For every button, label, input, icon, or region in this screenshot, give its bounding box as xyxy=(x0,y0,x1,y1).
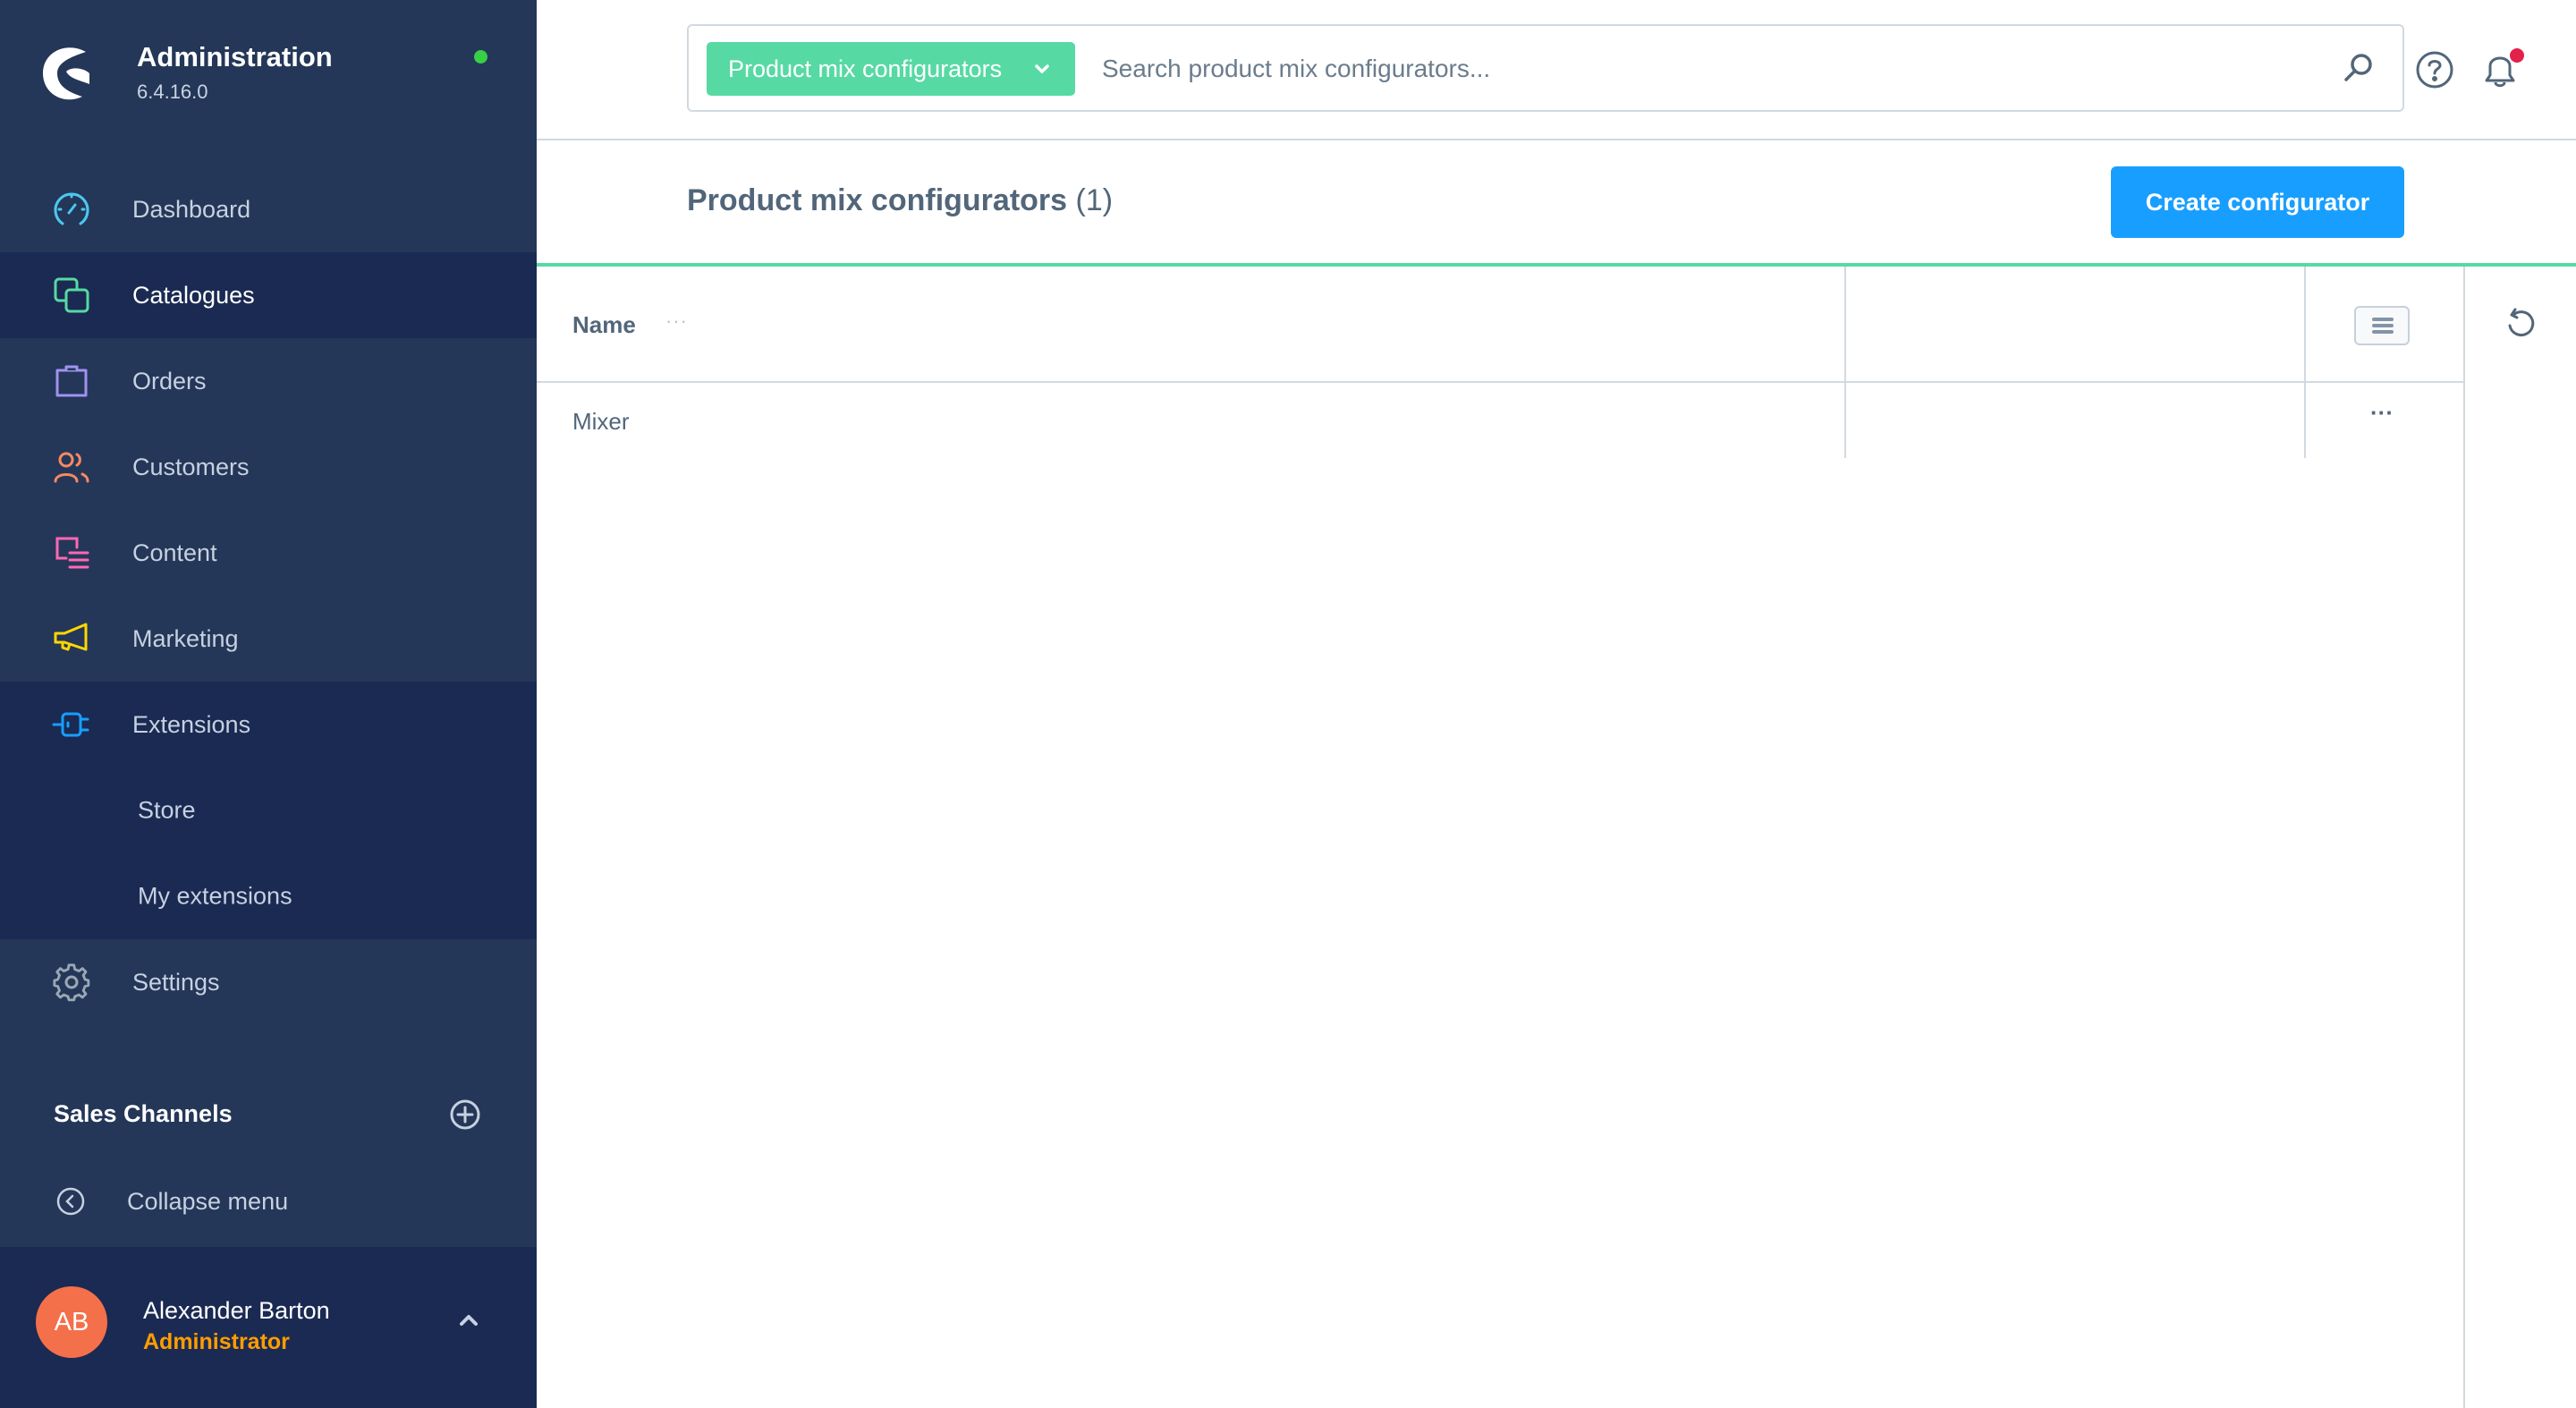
sidebar: Administration 6.4.16.0 Dashboard Catalo… xyxy=(0,0,537,1408)
sidebar-item-dashboard[interactable]: Dashboard xyxy=(0,166,537,252)
shopping-bag-icon xyxy=(55,365,88,397)
sidebar-item-marketing[interactable]: Marketing xyxy=(0,596,537,682)
sales-channels-section: Sales Channels xyxy=(0,1073,537,1159)
row-actions-button[interactable]: ··· xyxy=(2361,399,2402,435)
gear-icon xyxy=(53,963,90,1002)
user-profile: AB Alexander Barton Administrator xyxy=(0,1247,537,1408)
page-title-count: (1) xyxy=(1075,183,1114,217)
sidebar-panel-right xyxy=(2463,267,2576,1408)
avatar[interactable]: AB xyxy=(36,1286,107,1358)
column-header-name[interactable]: Name xyxy=(572,311,636,339)
app-root: Administration 6.4.16.0 Dashboard Catalo… xyxy=(0,0,2576,1408)
app-title: Administration xyxy=(137,41,333,72)
sidebar-item-extensions[interactable]: Extensions xyxy=(0,682,537,768)
content-icon xyxy=(55,537,89,569)
top-bar: Product mix configurators xyxy=(537,0,2576,140)
sidebar-item-label: Catalogues xyxy=(132,281,255,309)
sidebar-item-settings[interactable]: Settings xyxy=(0,939,537,1025)
catalogues-icon xyxy=(54,277,89,313)
sidebar-item-label: Marketing xyxy=(132,624,239,652)
dashboard-gauge-icon xyxy=(54,192,89,225)
grid-settings-button[interactable] xyxy=(2354,306,2410,345)
chevron-up-icon[interactable] xyxy=(454,1310,483,1331)
sidebar-item-content[interactable]: Content xyxy=(0,510,537,596)
table-row[interactable]: Mixer ··· xyxy=(537,383,2463,458)
megaphone-icon xyxy=(54,623,88,651)
menu-line xyxy=(2372,318,2394,321)
sidebar-item-label: Orders xyxy=(132,367,207,394)
column-divider xyxy=(1844,267,1846,381)
data-grid: Name ··· Mixer ··· xyxy=(537,267,2463,458)
user-name: Alexander Barton xyxy=(143,1297,330,1324)
column-divider xyxy=(2304,267,2306,381)
sidebar-item-label: Content xyxy=(132,539,217,566)
search-input[interactable] xyxy=(1102,46,2318,92)
column-divider xyxy=(1844,383,1846,458)
global-search: Product mix configurators xyxy=(687,24,2404,112)
sidebar-item-customers[interactable]: Customers xyxy=(0,424,537,510)
chevron-down-icon xyxy=(1035,64,1049,73)
refresh-icon[interactable] xyxy=(2503,306,2538,342)
sidebar-item-orders[interactable]: Orders xyxy=(0,338,537,424)
page-header: Product mix configurators (1) Create con… xyxy=(537,140,2576,267)
help-icon[interactable] xyxy=(2415,50,2454,89)
add-sales-channel-icon[interactable] xyxy=(449,1098,481,1131)
sidebar-item-label: Dashboard xyxy=(132,195,251,223)
plug-icon xyxy=(52,712,89,737)
page-title-text: Product mix configurators xyxy=(687,183,1068,217)
status-indicator xyxy=(474,50,487,64)
notification-badge xyxy=(2510,48,2524,63)
app-version: 6.4.16.0 xyxy=(137,81,208,103)
search-icon[interactable] xyxy=(2342,51,2376,85)
users-icon xyxy=(54,452,89,483)
sidebar-item-catalogues[interactable]: Catalogues xyxy=(0,252,537,338)
column-options-icon[interactable]: ··· xyxy=(665,310,688,333)
sidebar-item-label: Extensions xyxy=(132,710,251,738)
menu-line xyxy=(2372,330,2394,334)
menu-line xyxy=(2372,324,2394,327)
sales-channels-title: Sales Channels xyxy=(54,1100,233,1127)
user-role: Administrator xyxy=(143,1329,290,1354)
sidebar-subitem-label: Store xyxy=(138,796,196,824)
search-type-dropdown[interactable]: Product mix configurators xyxy=(707,42,1075,96)
sidebar-group-extensions: Extensions Store My extensions xyxy=(0,682,537,939)
create-configurator-button[interactable]: Create configurator xyxy=(2111,166,2404,238)
sidebar-subitem-store[interactable]: Store xyxy=(0,768,537,853)
sidebar-item-label: Settings xyxy=(132,968,220,996)
collapse-menu-label: Collapse menu xyxy=(127,1188,289,1215)
sidebar-subitem-label: My extensions xyxy=(138,882,292,910)
cell-name[interactable]: Mixer xyxy=(572,408,630,436)
brand-header: Administration 6.4.16.0 xyxy=(0,0,537,143)
search-type-label: Product mix configurators xyxy=(728,55,1003,82)
page-title: Product mix configurators (1) xyxy=(687,183,1113,218)
column-divider xyxy=(2304,383,2306,458)
sidebar-subitem-my-extensions[interactable]: My extensions xyxy=(0,853,537,939)
main-navigation: Dashboard Catalogues Orders Customers Co… xyxy=(0,166,537,1025)
collapse-menu-button[interactable]: Collapse menu xyxy=(0,1163,537,1249)
grid-header: Name ··· xyxy=(537,267,2463,383)
sidebar-item-label: Customers xyxy=(132,453,250,480)
shopware-logo-icon[interactable] xyxy=(39,41,102,104)
chevron-left-circle-icon xyxy=(56,1187,85,1216)
